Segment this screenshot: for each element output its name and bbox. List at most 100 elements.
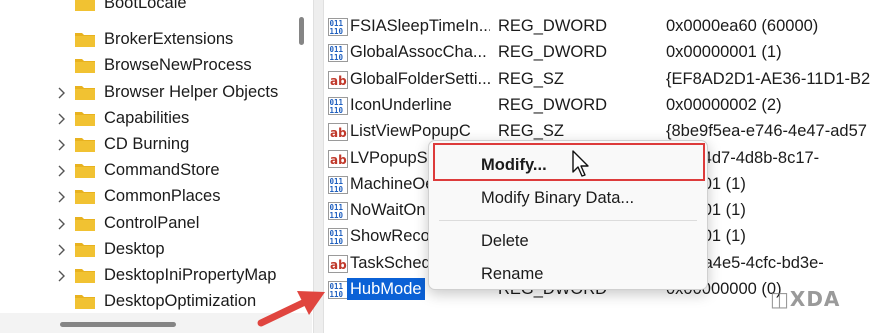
tree-item-label: BrokerExtensions [104, 30, 234, 49]
pane-splitter[interactable] [313, 0, 324, 333]
value-data: 0x00000002 (2) [666, 95, 782, 114]
tree-item[interactable]: Capabilities [0, 106, 290, 132]
key-tree-pane: BootLocale BrokerExtensions BrowseNewProce… [0, 0, 313, 333]
value-row[interactable]: 011 110 GlobalAssocCha... REG_DWORD 0x000000… [324, 40, 870, 66]
svg-text:110: 110 [330, 106, 344, 115]
chevron-right-icon[interactable] [56, 139, 66, 151]
tree-item-label: CommonPlaces [104, 187, 221, 206]
tree-item-label: CommandStore [104, 161, 220, 180]
svg-text:110: 110 [330, 53, 344, 62]
tree-item[interactable]: CommandStore [0, 158, 290, 184]
svg-text:ab: ab [330, 258, 347, 272]
value-type: REG_DWORD [498, 17, 608, 35]
value-row[interactable]: ab GlobalFolderSetti... REG_SZ {EF8AD2D1-AE… [324, 67, 870, 93]
tree-item[interactable]: BootLocale [0, 0, 290, 17]
chevron-right-icon[interactable] [56, 244, 66, 256]
tree-item-label: DesktopOptimization [104, 292, 257, 311]
reg-binary-icon: 011110 [328, 228, 348, 247]
tree-item[interactable]: CD Burning [0, 132, 290, 158]
chevron-right-icon[interactable] [56, 165, 66, 177]
folder-icon [75, 59, 95, 74]
reg-string-icon: ab [328, 149, 348, 168]
menu-item-modify-binary-data[interactable]: Modify Binary Data... [481, 189, 634, 208]
context-menu: Modify... Modify Binary Data... Delete R… [428, 140, 708, 290]
scrollbar-thumb[interactable] [60, 322, 176, 327]
annotation-arrow-icon [257, 291, 325, 327]
tree-item-label: BootLocale [104, 0, 187, 12]
svg-text:110: 110 [330, 185, 344, 194]
reg-string-icon: ab [328, 70, 348, 89]
tree-item[interactable]: BrokerExtensions [0, 27, 290, 53]
mouse-cursor-icon [572, 150, 589, 177]
registry-editor-window: BootLocale BrokerExtensions BrowseNewProce… [0, 0, 870, 333]
reg-string-icon: ab [328, 254, 348, 273]
chevron-right-icon[interactable] [56, 113, 66, 125]
value-data: {EF8AD2D1-AE36-11D1-B2 [666, 69, 870, 88]
reg-binary-icon: 011110 [328, 18, 348, 36]
tree-item-label: Desktop [104, 239, 165, 258]
tree-item[interactable]: DesktopOptimization [0, 289, 290, 315]
value-name: ListViewPopupC [350, 122, 471, 141]
folder-icon [75, 85, 95, 100]
tree-item[interactable]: Desktop [0, 237, 290, 263]
chevron-right-icon[interactable] [56, 87, 66, 99]
folder-icon [75, 190, 95, 205]
reg-binary-icon: 011110 [328, 96, 348, 115]
reg-binary-icon: 011110 [328, 202, 348, 221]
folder-icon [75, 242, 95, 257]
value-type: REG_SZ [498, 122, 565, 141]
menu-item-delete[interactable]: Delete [481, 232, 529, 251]
value-row[interactable]: 011 110 IconUnderline REG_DWORD 0x00000002 (… [324, 93, 870, 119]
reg-binary-icon: 011110 [328, 281, 348, 299]
watermark-logo: ◫XDA [770, 287, 841, 311]
reg-binary-icon: 011110 [328, 175, 348, 194]
tree-item-label: BrowseNewProcess [104, 56, 252, 75]
menu-item-modify[interactable]: Modify... [481, 156, 547, 175]
svg-text:ab: ab [330, 126, 347, 140]
svg-text:ab: ab [330, 153, 347, 167]
folder-icon [75, 111, 95, 126]
tree-item-label: ControlPanel [104, 213, 200, 232]
value-data: 0x00000001 (1) [666, 43, 782, 62]
value-data: {8be9f5ea-e746-4e47-ad57 [666, 122, 867, 141]
folder-icon [75, 295, 95, 310]
chevron-right-icon[interactable] [56, 218, 66, 230]
value-type: REG_DWORD [498, 95, 608, 114]
tree-vertical-scrollbar[interactable] [292, 0, 312, 333]
tree-item[interactable]: Browser Helper Objects [0, 80, 290, 106]
svg-text:110: 110 [330, 237, 344, 246]
tree-item[interactable]: CommonPlaces [0, 184, 290, 210]
reg-string-icon: ab [328, 123, 348, 142]
folder-icon [75, 138, 95, 152]
menu-item-rename[interactable]: Rename [481, 265, 543, 284]
folder-icon [75, 216, 95, 231]
folder-icon [75, 33, 95, 48]
value-name: IconUnderline [350, 95, 452, 114]
tree-item-label: Browser Helper Objects [104, 82, 279, 101]
tree-item[interactable]: ControlPanel [0, 211, 290, 237]
folder-icon [75, 164, 95, 179]
reg-binary-icon: 011110 [328, 44, 348, 63]
value-type: REG_DWORD [498, 43, 608, 62]
value-data: 0x0000ea60 (60000) [666, 17, 819, 35]
svg-text:110: 110 [330, 290, 344, 299]
tree-item[interactable]: BrowseNewProcess [0, 53, 290, 79]
value-type: REG_SZ [498, 69, 565, 88]
chevron-right-icon[interactable] [56, 191, 66, 203]
folder-icon [75, 0, 95, 11]
value-name: GlobalFolderSetti... [350, 69, 490, 88]
value-row[interactable]: 011 110 FSIASleepTimeIn... REG_DWORD 0x0000e… [324, 14, 870, 40]
svg-text:110: 110 [330, 211, 344, 220]
tree-item[interactable]: DesktopIniPropertyMap [0, 263, 290, 289]
scrollbar-thumb[interactable] [299, 17, 304, 45]
value-name: FSIASleepTimeIn... [350, 17, 490, 35]
value-name: HubMode [347, 278, 425, 300]
tree-item-label: DesktopIniPropertyMap [104, 266, 277, 284]
tree-item-label: Capabilities [104, 108, 190, 127]
value-name: GlobalAssocCha... [350, 43, 487, 62]
chevron-right-icon[interactable] [56, 270, 66, 282]
svg-text:ab: ab [330, 74, 347, 88]
folder-icon [75, 269, 95, 283]
menu-separator [439, 220, 697, 221]
tree-item-label: CD Burning [104, 135, 190, 153]
